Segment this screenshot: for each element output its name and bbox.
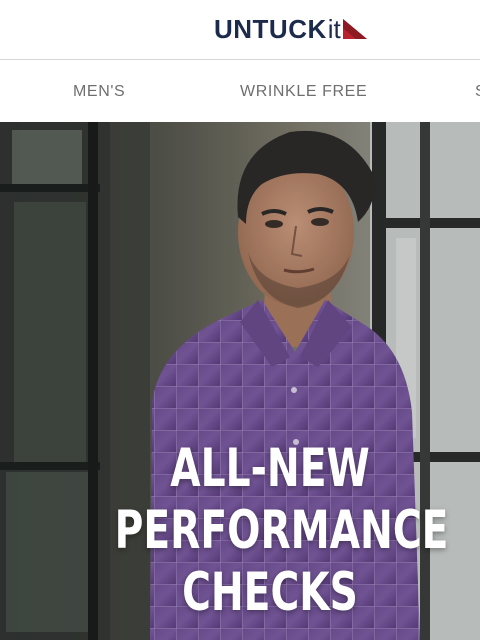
headline-line-3: CHECKS <box>182 562 358 623</box>
headline-line-2: PERFORMANCE <box>114 500 449 561</box>
nav-item-mens[interactable]: MEN'S <box>73 83 125 101</box>
category-nav: MEN'S WRINKLE FREE S <box>0 61 480 122</box>
hero-headline: ALL-NEW PERFORMANCE CHECKS <box>0 438 480 624</box>
logo-text-untuck: UNTUCK <box>214 14 327 44</box>
red-pennant-icon <box>342 19 367 39</box>
untuckit-logo[interactable]: UNTUCK it <box>214 12 368 44</box>
hero-banner[interactable]: ALL-NEW PERFORMANCE CHECKS <box>0 122 480 640</box>
headline-line-1: ALL-NEW <box>170 438 370 499</box>
logo-text-it: it <box>327 14 341 44</box>
nav-item-next-partial[interactable]: S <box>475 83 480 101</box>
site-header: UNTUCK it <box>0 0 480 60</box>
nav-item-wrinkle-free[interactable]: WRINKLE FREE <box>240 83 367 101</box>
